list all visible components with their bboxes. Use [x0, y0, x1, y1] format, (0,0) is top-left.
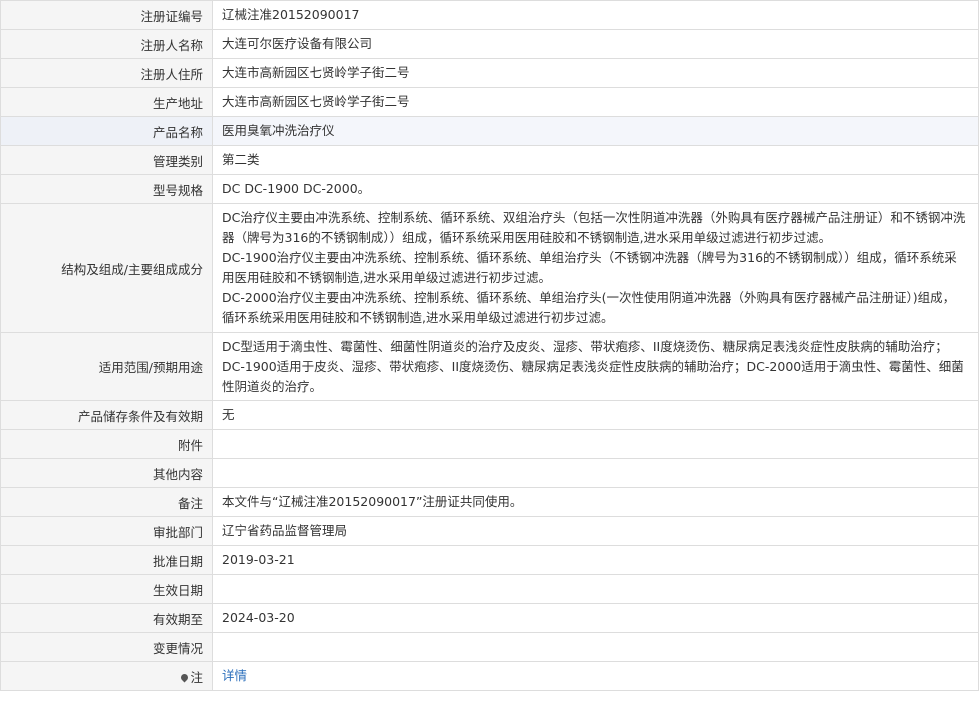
field-value: 2019-03-21 [212, 545, 979, 575]
paragraph-dc-1900: DC-1900治疗仪主要由冲洗系统、控制系统、循环系统、单组治疗头（不锈钢冲洗器… [222, 250, 957, 285]
field-value [212, 574, 979, 604]
field-value: DC型适用于滴虫性、霉菌性、细菌性阴道炎的治疗及皮炎、湿疹、带状疱疹、II度烧烫… [212, 332, 979, 401]
field-label: 附件 [0, 429, 213, 459]
field-value: 大连可尔医疗设备有限公司 [212, 29, 979, 59]
row-remarks: 备注 本文件与“辽械注准20152090017”注册证共同使用。 [0, 487, 979, 517]
field-label: 审批部门 [0, 516, 213, 546]
field-label: 有效期至 [0, 603, 213, 633]
location-pin-icon [180, 672, 190, 682]
field-label: 产品名称 [0, 116, 213, 146]
field-label: 生产地址 [0, 87, 213, 117]
row-valid-until: 有效期至 2024-03-20 [0, 603, 979, 633]
field-label: 生效日期 [0, 574, 213, 604]
field-label: 管理类别 [0, 145, 213, 175]
field-value: 辽械注准20152090017 [212, 0, 979, 30]
field-value: 本文件与“辽械注准20152090017”注册证共同使用。 [212, 487, 979, 517]
field-value [212, 632, 979, 662]
field-label: 注册证编号 [0, 0, 213, 30]
field-value: DC DC-1900 DC-2000。 [212, 174, 979, 204]
field-value: 医用臭氧冲洗治疗仪 [212, 116, 979, 146]
field-label: 注册人住所 [0, 58, 213, 88]
field-label: 产品储存条件及有效期 [0, 400, 213, 430]
field-value: 大连市高新园区七贤岭学子街二号 [212, 58, 979, 88]
field-label: 批准日期 [0, 545, 213, 575]
row-approval-date: 批准日期 2019-03-21 [0, 545, 979, 575]
paragraph-dc-2000: DC-2000治疗仪主要由冲洗系统、控制系统、循环系统、单组治疗头(一次性使用阴… [222, 290, 956, 325]
row-intended-use: 适用范围/预期用途 DC型适用于滴虫性、霉菌性、细菌性阴道炎的治疗及皮炎、湿疹、… [0, 332, 979, 401]
row-management-category: 管理类别 第二类 [0, 145, 979, 175]
row-approval-department: 审批部门 辽宁省药品监督管理局 [0, 516, 979, 546]
field-value: 2024-03-20 [212, 603, 979, 633]
row-other-content: 其他内容 [0, 458, 979, 488]
field-label: 备注 [0, 487, 213, 517]
row-note: 注 详情 [0, 661, 979, 691]
row-attachments: 附件 [0, 429, 979, 459]
row-registration-number: 注册证编号 辽械注准20152090017 [0, 0, 979, 30]
field-label: 适用范围/预期用途 [0, 332, 213, 401]
row-registrant-name: 注册人名称 大连可尔医疗设备有限公司 [0, 29, 979, 59]
row-structure-composition: 结构及组成/主要组成成分 DC治疗仪主要由冲洗系统、控制系统、循环系统、双组治疗… [0, 203, 979, 333]
field-value-multiline: DC治疗仪主要由冲洗系统、控制系统、循环系统、双组治疗头（包括一次性阴道冲洗器（… [212, 203, 979, 333]
field-label: 注册人名称 [0, 29, 213, 59]
note-value-cell: 详情 [212, 661, 979, 691]
row-effective-date: 生效日期 [0, 574, 979, 604]
row-product-name: 产品名称 医用臭氧冲洗治疗仪 [0, 116, 979, 146]
paragraph-dc: DC治疗仪主要由冲洗系统、控制系统、循环系统、双组治疗头（包括一次性阴道冲洗器（… [222, 210, 966, 245]
note-label: 注 [190, 669, 203, 685]
field-value: 大连市高新园区七贤岭学子街二号 [212, 87, 979, 117]
row-production-address: 生产地址 大连市高新园区七贤岭学子街二号 [0, 87, 979, 117]
registration-detail-table: 注册证编号 辽械注准20152090017 注册人名称 大连可尔医疗设备有限公司… [0, 0, 979, 691]
row-model-spec: 型号规格 DC DC-1900 DC-2000。 [0, 174, 979, 204]
field-value: 无 [212, 400, 979, 430]
field-value [212, 458, 979, 488]
field-value [212, 429, 979, 459]
row-storage-conditions: 产品储存条件及有效期 无 [0, 400, 979, 430]
field-value: 第二类 [212, 145, 979, 175]
field-label: 变更情况 [0, 632, 213, 662]
field-label: 型号规格 [0, 174, 213, 204]
field-value: 辽宁省药品监督管理局 [212, 516, 979, 546]
note-label-cell: 注 [0, 661, 213, 691]
field-label: 其他内容 [0, 458, 213, 488]
details-link[interactable]: 详情 [222, 668, 247, 683]
row-registrant-address: 注册人住所 大连市高新园区七贤岭学子街二号 [0, 58, 979, 88]
row-change-history: 变更情况 [0, 632, 979, 662]
field-label: 结构及组成/主要组成成分 [0, 203, 213, 333]
